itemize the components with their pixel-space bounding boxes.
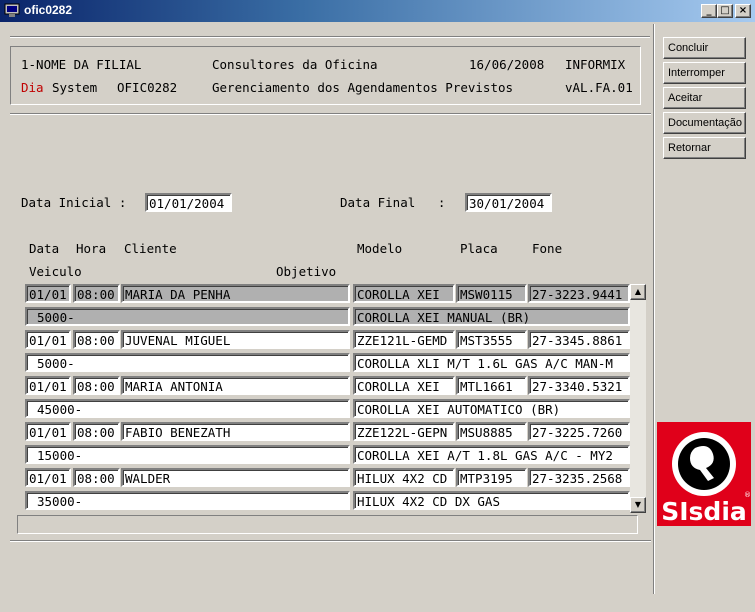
col-objetivo: Objetivo — [276, 264, 337, 279]
cell-cliente[interactable]: JUVENAL MIGUEL — [121, 330, 350, 349]
program-code: OFIC0282 — [117, 80, 178, 95]
database-name: INFORMIX — [565, 57, 626, 72]
cell-modelo[interactable]: ZZE121L-GEMD — [353, 330, 455, 349]
sidebar-separator — [653, 24, 655, 594]
cell-cliente[interactable]: MARIA ANTONIA — [121, 376, 350, 395]
cell-modelo[interactable]: COROLLA XEI — [353, 376, 455, 395]
cell-modelo[interactable]: ZZE122L-GEPN — [353, 422, 455, 441]
cell-veiculo[interactable]: 5000- — [25, 307, 350, 326]
cell-hora[interactable]: 08:00 — [73, 468, 120, 487]
cell-objetivo[interactable]: COROLLA XEI MANUAL (BR) — [353, 307, 630, 326]
cell-fone[interactable]: 27-3223.9441 — [528, 284, 630, 303]
header-separator — [10, 113, 651, 115]
cell-data[interactable]: 01/01 — [25, 376, 71, 395]
app-icon — [4, 3, 20, 17]
cell-data[interactable]: 01/01 — [25, 284, 71, 303]
cell-hora[interactable]: 08:00 — [73, 284, 120, 303]
minimize-icon: _ — [706, 5, 712, 16]
cell-veiculo[interactable]: 15000- — [25, 445, 350, 464]
window-title: ofic0282 — [24, 3, 73, 17]
cell-fone[interactable]: 27-3225.7260 — [528, 422, 630, 441]
status-bar — [17, 515, 638, 534]
cell-veiculo[interactable]: 45000- — [25, 399, 350, 418]
cell-modelo[interactable]: HILUX 4X2 CD — [353, 468, 455, 487]
aceitar-button[interactable]: Aceitar — [663, 87, 746, 109]
cell-placa[interactable]: MTL1661 — [456, 376, 527, 395]
cell-modelo[interactable]: COROLLA XEI — [353, 284, 455, 303]
cell-objetivo[interactable]: COROLLA XEI AUTOMATICO (BR) — [353, 399, 630, 418]
cell-placa[interactable]: MSW0115 — [456, 284, 527, 303]
col-placa: Placa — [460, 241, 498, 256]
cell-objetivo[interactable]: COROLLA XEI A/T 1.8L GAS A/C - MY2 — [353, 445, 630, 464]
minimize-button[interactable]: _ — [701, 4, 717, 18]
page-subtitle: Gerenciamento dos Agendamentos Previstos — [212, 80, 514, 95]
logo-text: SIsdia — [661, 497, 747, 526]
logo-emblem-icon: SIsdia ® — [661, 432, 751, 526]
retornar-button[interactable]: Retornar — [663, 137, 746, 159]
version-label: vAL.FA.01 — [565, 80, 633, 95]
sisdia-logo: SIsdia ® — [657, 422, 751, 526]
arrow-down-icon: ▼ — [634, 500, 642, 509]
scroll-up-button[interactable]: ▲ — [630, 284, 646, 300]
col-modelo: Modelo — [357, 241, 403, 256]
cell-hora[interactable]: 08:00 — [73, 330, 120, 349]
col-veiculo: Veiculo — [29, 264, 82, 279]
cell-placa[interactable]: MTP3195 — [456, 468, 527, 487]
bottom-separator — [10, 540, 651, 542]
cell-data[interactable]: 01/01 — [25, 422, 71, 441]
cell-hora[interactable]: 08:00 — [73, 376, 120, 395]
header-panel — [10, 46, 641, 105]
scroll-down-button[interactable]: ▼ — [630, 497, 646, 513]
cell-cliente[interactable]: MARIA DA PENHA — [121, 284, 350, 303]
header-date: 16/06/2008 — [469, 57, 545, 72]
col-hora: Hora — [76, 241, 107, 256]
dia-label: Dia — [21, 80, 44, 95]
cell-fone[interactable]: 27-3235.2568 — [528, 468, 630, 487]
end-date-label: Data Final : — [340, 195, 446, 210]
maximize-icon: □ — [720, 5, 730, 16]
concluir-button[interactable]: Concluir — [663, 37, 746, 59]
filial-name: 1-NOME DA FILIAL — [21, 57, 142, 72]
col-fone: Fone — [532, 241, 563, 256]
table-scrollbar[interactable]: ▲ ▼ — [630, 284, 646, 513]
cell-fone[interactable]: 27-3345.8861 — [528, 330, 630, 349]
cell-veiculo[interactable]: 35000- — [25, 491, 350, 510]
documentacao-button[interactable]: Documentação — [663, 112, 746, 134]
interromper-button[interactable]: Interromper — [663, 62, 746, 84]
start-date-field[interactable]: 01/01/2004 — [145, 193, 232, 212]
cell-placa[interactable]: MST3555 — [456, 330, 527, 349]
close-icon: × — [738, 5, 748, 16]
cell-data[interactable]: 01/01 — [25, 330, 71, 349]
cell-fone[interactable]: 27-3340.5321 — [528, 376, 630, 395]
end-date-field[interactable]: 30/01/2004 — [465, 193, 552, 212]
top-separator — [10, 36, 650, 38]
cell-data[interactable]: 01/01 — [25, 468, 71, 487]
cell-hora[interactable]: 08:00 — [73, 422, 120, 441]
col-data: Data — [29, 241, 60, 256]
arrow-up-icon: ▲ — [634, 287, 642, 296]
svg-text:®: ® — [744, 491, 751, 499]
cell-placa[interactable]: MSU8885 — [456, 422, 527, 441]
system-label: System — [52, 80, 98, 95]
close-button[interactable]: × — [735, 4, 751, 18]
start-date-label: Data Inicial : — [21, 195, 127, 210]
maximize-button[interactable]: □ — [717, 4, 733, 18]
page-title: Consultores da Oficina — [212, 57, 378, 72]
cell-cliente[interactable]: FABIO BENEZATH — [121, 422, 350, 441]
cell-veiculo[interactable]: 5000- — [25, 353, 350, 372]
cell-objetivo[interactable]: HILUX 4X2 CD DX GAS — [353, 491, 630, 510]
cell-objetivo[interactable]: COROLLA XLI M/T 1.6L GAS A/C MAN-M — [353, 353, 630, 372]
col-cliente: Cliente — [124, 241, 177, 256]
title-bar: ofic0282 _ □ × — [0, 0, 755, 22]
cell-cliente[interactable]: WALDER — [121, 468, 350, 487]
